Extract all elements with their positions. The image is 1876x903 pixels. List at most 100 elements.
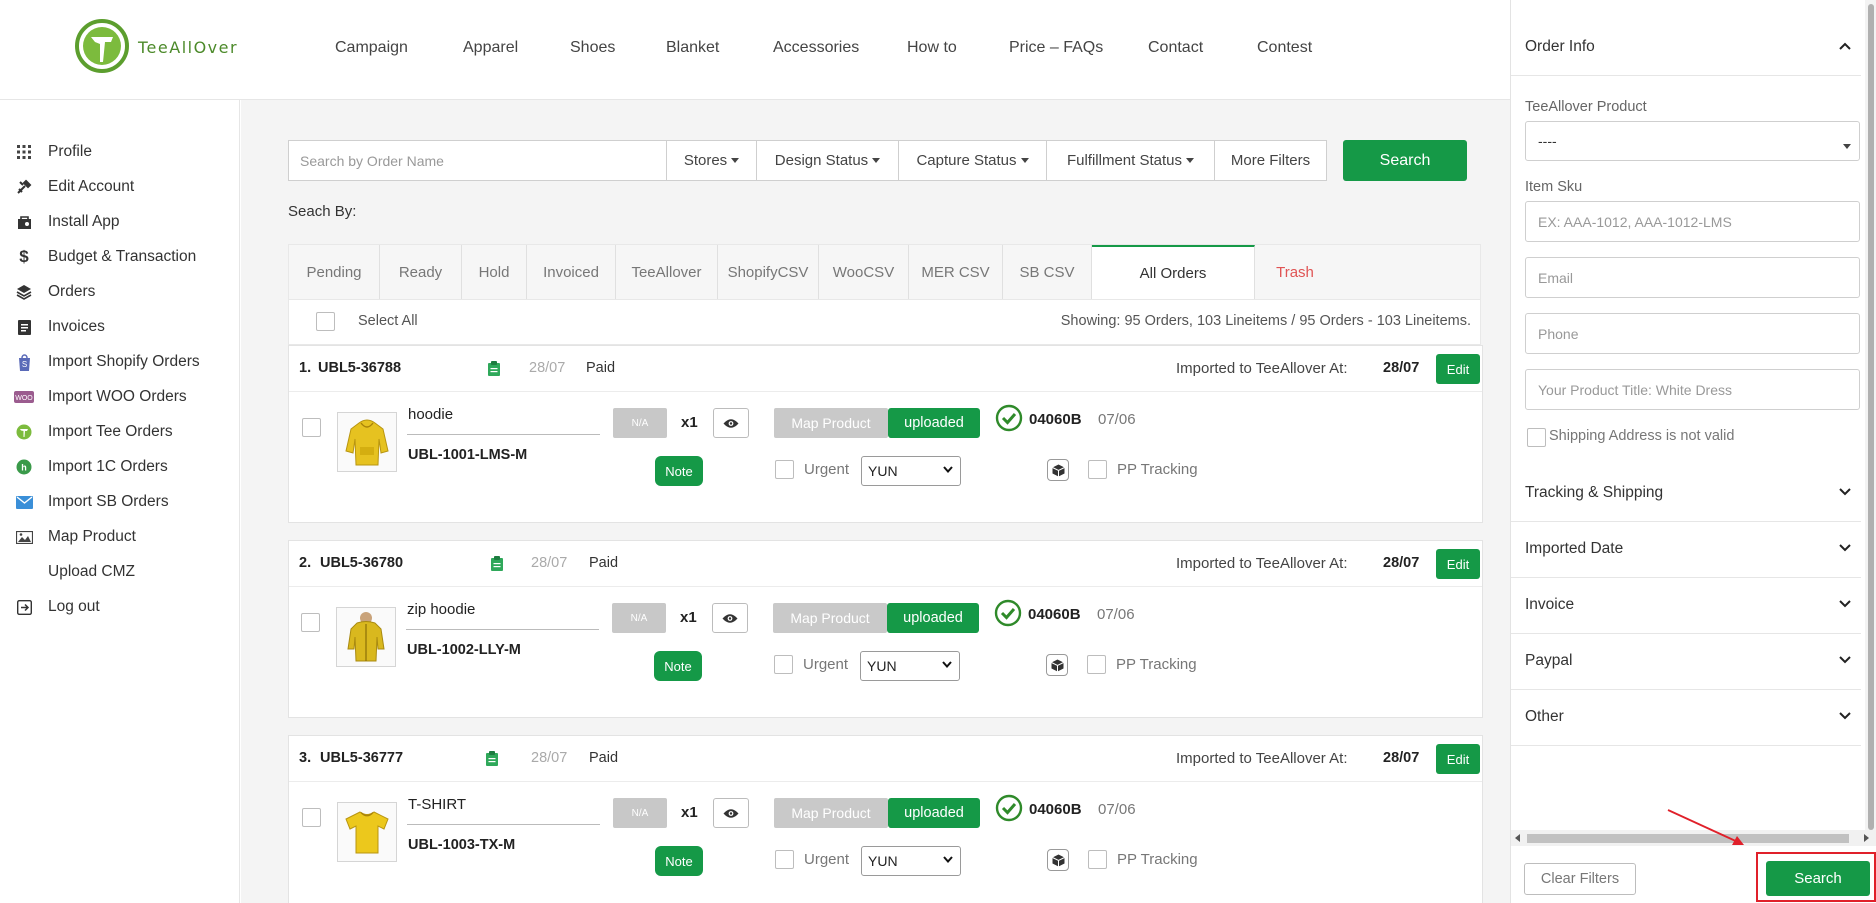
shipping-method-select[interactable]: YUN xyxy=(860,651,960,681)
pp-tracking-checkbox[interactable] xyxy=(1087,655,1106,674)
nav-how-to[interactable]: How to xyxy=(907,39,957,57)
nav-apparel[interactable]: Apparel xyxy=(463,39,518,57)
scroll-right-icon[interactable] xyxy=(1864,834,1869,842)
panel-search-button[interactable]: Search xyxy=(1766,861,1870,896)
product-title-input[interactable]: Your Product Title: White Dress xyxy=(1525,369,1860,410)
order-search-button[interactable]: Search xyxy=(1343,140,1467,181)
order-id[interactable]: UBL5-36788 xyxy=(318,360,401,376)
clipboard-icon[interactable] xyxy=(488,361,500,381)
nav-accessories[interactable]: Accessories xyxy=(773,39,859,57)
sidebar-item-import-woo[interactable]: WOO Import WOO Orders xyxy=(14,385,187,409)
nav-contest[interactable]: Contest xyxy=(1257,39,1312,57)
imported-date-section[interactable]: Imported Date xyxy=(1511,522,1861,578)
product-filter-select[interactable]: ---- xyxy=(1525,121,1860,161)
sidebar-item-orders[interactable]: Orders xyxy=(14,280,95,304)
sidebar-item-invoices[interactable]: Invoices xyxy=(14,315,105,339)
sidebar-item-import-tee[interactable]: Import Tee Orders xyxy=(14,420,173,444)
email-input[interactable]: Email xyxy=(1525,257,1860,298)
package-icon[interactable] xyxy=(1047,849,1069,871)
package-icon[interactable] xyxy=(1046,654,1068,676)
map-product-button[interactable]: Map Product xyxy=(774,408,888,438)
clipboard-icon[interactable] xyxy=(486,751,498,771)
urgent-checkbox[interactable] xyxy=(774,655,793,674)
clear-filters-button[interactable]: Clear Filters xyxy=(1524,863,1636,895)
edit-order-button[interactable]: Edit xyxy=(1436,744,1480,774)
sidebar-item-import-sb[interactable]: Import SB Orders xyxy=(14,490,169,514)
order-id[interactable]: UBL5-36777 xyxy=(320,750,403,766)
order-search-input[interactable]: Search by Order Name xyxy=(288,140,667,181)
product-name[interactable]: T-SHIRT xyxy=(408,796,466,813)
tab-invoiced[interactable]: Invoiced xyxy=(527,245,616,299)
map-product-button[interactable]: Map Product xyxy=(774,798,888,828)
nav-campaign[interactable]: Campaign xyxy=(335,39,408,57)
tab-pending[interactable]: Pending xyxy=(289,245,380,299)
product-thumbnail[interactable] xyxy=(337,412,397,472)
uploaded-badge[interactable]: uploaded xyxy=(887,603,979,633)
urgent-checkbox[interactable] xyxy=(775,460,794,479)
sidebar-item-budget[interactable]: $ Budget & Transaction xyxy=(14,245,196,269)
invalid-shipping-checkbox[interactable] xyxy=(1527,428,1546,447)
invoice-section[interactable]: Invoice xyxy=(1511,578,1861,634)
other-section[interactable]: Other xyxy=(1511,690,1861,746)
preview-button[interactable] xyxy=(712,603,748,633)
sidebar-item-upload-cmz[interactable]: Upload CMZ xyxy=(14,560,135,584)
tab-teeallover[interactable]: TeeAllover xyxy=(616,245,718,299)
order-info-header[interactable]: Order Info xyxy=(1511,20,1861,76)
preview-button[interactable] xyxy=(713,408,749,438)
product-name[interactable]: hoodie xyxy=(408,406,453,423)
sidebar-item-import-shopify[interactable]: S Import Shopify Orders xyxy=(14,350,200,374)
product-thumbnail[interactable] xyxy=(336,607,396,667)
edit-order-button[interactable]: Edit xyxy=(1436,354,1480,384)
sidebar-item-map-product[interactable]: Map Product xyxy=(14,525,136,549)
clipboard-icon[interactable] xyxy=(491,556,503,576)
sidebar-item-profile[interactable]: Profile xyxy=(14,140,92,164)
preview-button[interactable] xyxy=(713,798,749,828)
tab-trash[interactable]: Trash xyxy=(1255,245,1335,299)
tab-shopifycsv[interactable]: ShopifyCSV xyxy=(718,245,819,299)
tab-ready[interactable]: Ready xyxy=(380,245,462,299)
shipping-method-select[interactable]: YUN xyxy=(861,456,961,486)
order-id[interactable]: UBL5-36780 xyxy=(320,555,403,571)
note-button[interactable]: Note xyxy=(654,651,702,681)
select-all-checkbox[interactable] xyxy=(316,312,335,331)
pp-tracking-checkbox[interactable] xyxy=(1088,460,1107,479)
nav-blanket[interactable]: Blanket xyxy=(666,39,719,57)
tab-sbcsv[interactable]: SB CSV xyxy=(1003,245,1092,299)
phone-input[interactable]: Phone xyxy=(1525,313,1860,354)
more-filters-button[interactable]: More Filters xyxy=(1215,140,1327,181)
shipping-method-select[interactable]: YUN xyxy=(861,846,961,876)
package-icon[interactable] xyxy=(1047,459,1069,481)
sidebar-item-edit-account[interactable]: Edit Account xyxy=(14,175,134,199)
fulfillment-status-dropdown[interactable]: Fulfillment Status xyxy=(1047,140,1215,181)
tab-woocsv[interactable]: WooCSV xyxy=(819,245,909,299)
tab-all-orders[interactable]: All Orders xyxy=(1092,245,1255,299)
nav-contact[interactable]: Contact xyxy=(1148,39,1203,57)
capture-status-dropdown[interactable]: Capture Status xyxy=(899,140,1047,181)
product-thumbnail[interactable] xyxy=(337,802,397,862)
tab-hold[interactable]: Hold xyxy=(462,245,527,299)
sidebar-item-logout[interactable]: Log out xyxy=(14,595,100,619)
nav-price-faqs[interactable]: Price – FAQs xyxy=(1009,39,1103,57)
map-product-button[interactable]: Map Product xyxy=(773,603,887,633)
brand-logo[interactable]: TeeAllOver xyxy=(74,18,274,74)
uploaded-badge[interactable]: uploaded xyxy=(888,798,980,828)
urgent-checkbox[interactable] xyxy=(775,850,794,869)
vertical-scrollbar[interactable] xyxy=(1865,0,1876,835)
tracking-shipping-section[interactable]: Tracking & Shipping xyxy=(1511,466,1861,522)
note-button[interactable]: Note xyxy=(655,846,703,876)
tab-mercsv[interactable]: MER CSV xyxy=(909,245,1003,299)
line-item-checkbox[interactable] xyxy=(301,613,320,632)
edit-order-button[interactable]: Edit xyxy=(1436,549,1480,579)
note-button[interactable]: Note xyxy=(655,456,703,486)
line-item-checkbox[interactable] xyxy=(302,418,321,437)
paypal-section[interactable]: Paypal xyxy=(1511,634,1861,690)
design-status-dropdown[interactable]: Design Status xyxy=(757,140,899,181)
sidebar-item-import-1c[interactable]: h Import 1C Orders xyxy=(14,455,168,479)
item-sku-input[interactable]: EX: AAA-1012, AAA-1012-LMS xyxy=(1525,201,1860,242)
vertical-scrollbar-thumb[interactable] xyxy=(1868,4,1874,830)
nav-shoes[interactable]: Shoes xyxy=(570,39,615,57)
pp-tracking-checkbox[interactable] xyxy=(1088,850,1107,869)
scroll-left-icon[interactable] xyxy=(1515,834,1520,842)
product-name[interactable]: zip hoodie xyxy=(407,601,475,618)
sidebar-item-install-app[interactable]: Install App xyxy=(14,210,120,234)
